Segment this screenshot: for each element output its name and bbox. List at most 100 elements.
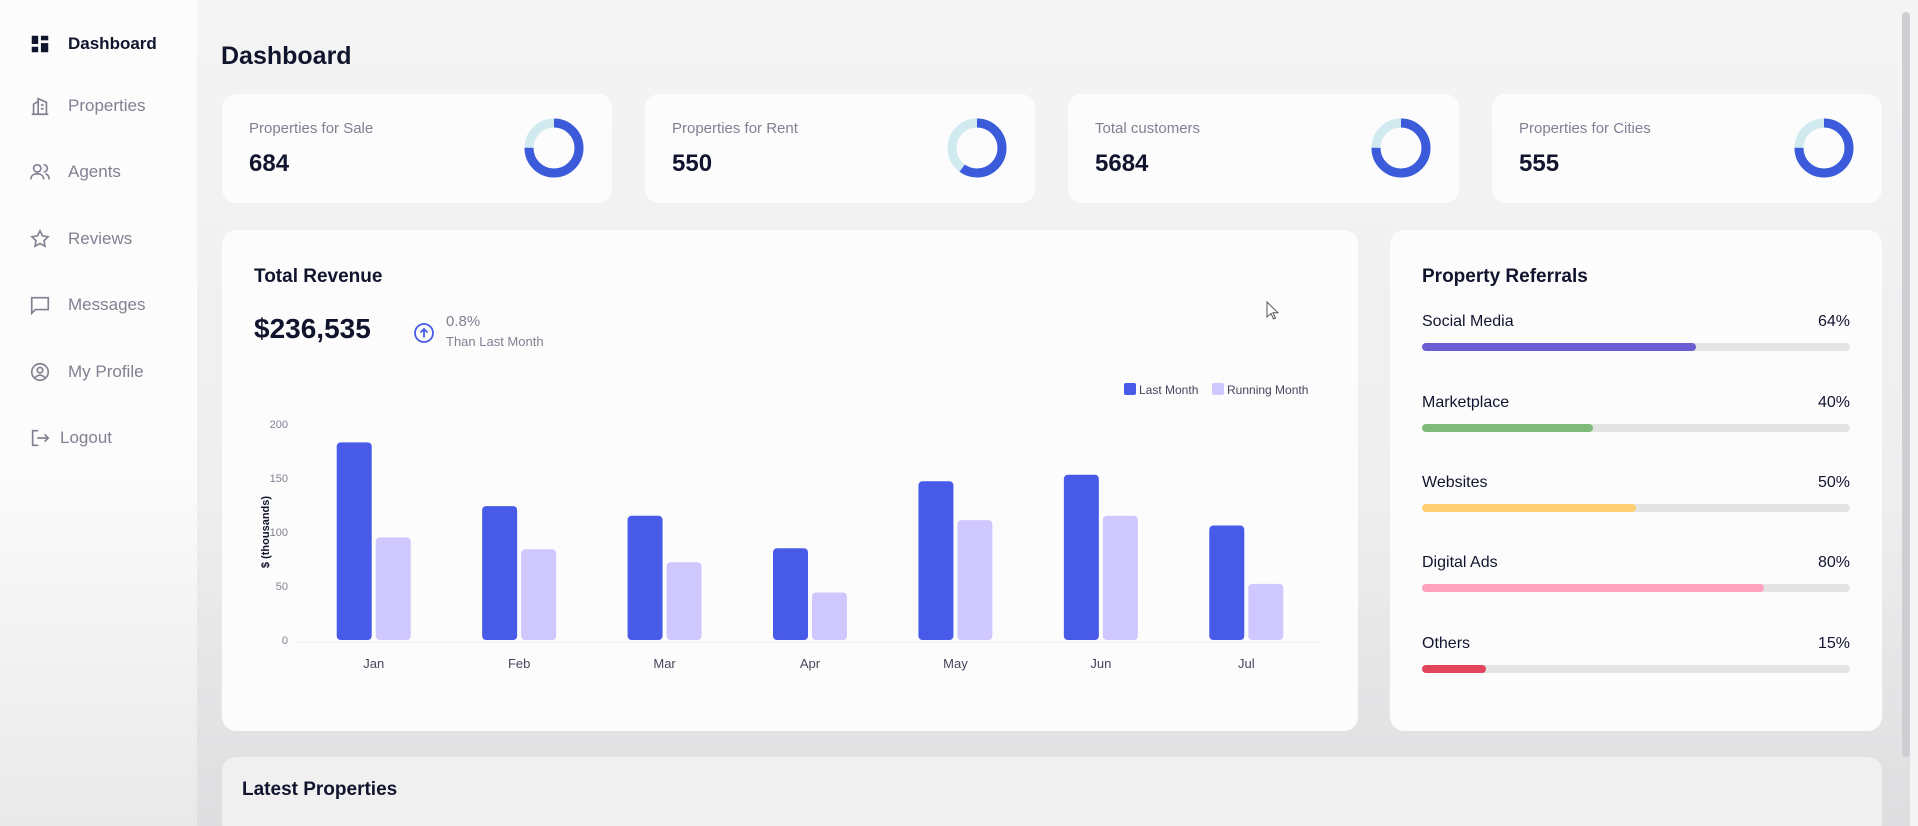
- referral-name: Social Media: [1422, 313, 1514, 330]
- referral-row-websites: Websites 50%: [1422, 474, 1850, 524]
- chat-icon: [28, 293, 52, 317]
- sidebar: Dashboard Properties Agents Reviews Mess…: [0, 0, 197, 826]
- x-tick-label: Jun: [1090, 656, 1111, 671]
- revenue-bar-chart: 0 50 100 150 200 $ (thousands) Jan Feb Mar Apr May…: [260, 383, 1322, 671]
- stat-label: Properties for Sale: [249, 120, 374, 137]
- x-tick-label: Mar: [653, 656, 676, 671]
- progress-track: [1422, 584, 1850, 592]
- stat-card-properties-rent: Properties for Rent 550: [645, 94, 1035, 203]
- progress-fill: [1422, 343, 1696, 351]
- sidebar-item-label: Logout: [60, 428, 112, 447]
- stat-value: 684: [249, 150, 290, 177]
- referral-name: Marketplace: [1422, 394, 1510, 411]
- bar-last-month-feb: [482, 506, 518, 640]
- y-tick-label: 100: [270, 527, 288, 539]
- referral-row-digital-ads: Digital Ads 80%: [1422, 554, 1850, 604]
- stat-value: 550: [672, 150, 713, 177]
- progress-track: [1422, 665, 1850, 673]
- donut-chart-icon: [1371, 118, 1431, 178]
- x-tick-label: May: [943, 656, 968, 671]
- y-tick-label: 200: [270, 419, 288, 431]
- progress-track: [1422, 343, 1850, 351]
- bar-last-month-jun: [1063, 474, 1099, 640]
- progress-track: [1422, 424, 1850, 432]
- progress-track: [1422, 504, 1850, 512]
- bar-last-month-may: [918, 481, 954, 640]
- y-tick-label: 50: [276, 581, 288, 593]
- legend-label: Last Month: [1139, 383, 1198, 397]
- donut-chart-icon: [1794, 118, 1854, 178]
- logout-button[interactable]: Logout: [28, 424, 112, 452]
- total-revenue-card: Total Revenue $236,535 0.8% Than Last Mo…: [222, 230, 1358, 731]
- referral-percent: 64%: [1817, 313, 1850, 330]
- sidebar-item-label: Messages: [68, 295, 146, 314]
- x-tick-label: Feb: [508, 656, 530, 671]
- sidebar-item-label: My Profile: [68, 362, 144, 381]
- sidebar-item-properties[interactable]: Properties: [28, 92, 145, 120]
- logout-icon: [28, 426, 52, 450]
- bar-running-month-jan: [375, 537, 411, 640]
- bar-running-month-jul: [1248, 583, 1284, 640]
- referral-name: Digital Ads: [1422, 554, 1498, 571]
- sidebar-item-messages[interactable]: Messages: [28, 291, 145, 319]
- legend-swatch: [1212, 383, 1224, 395]
- stat-card-properties-cities: Properties for Cities 555: [1492, 94, 1882, 203]
- legend-swatch: [1124, 383, 1136, 395]
- referral-row-others: Others 15%: [1422, 635, 1850, 685]
- stat-value: 555: [1519, 150, 1560, 177]
- x-tick-label: Jan: [363, 656, 384, 671]
- progress-fill: [1422, 584, 1765, 592]
- y-tick-label: 0: [282, 635, 288, 647]
- bar-running-month-may: [957, 520, 993, 640]
- referral-percent: 40%: [1817, 394, 1850, 411]
- x-tick-label: Apr: [800, 656, 821, 671]
- sidebar-item-label: Dashboard: [68, 34, 157, 53]
- progress-fill: [1422, 424, 1594, 432]
- y-axis-label: $ (thousands): [260, 496, 272, 568]
- legend-label: Running Month: [1227, 383, 1308, 397]
- referral-percent: 80%: [1817, 554, 1850, 571]
- referral-name: Others: [1422, 635, 1471, 652]
- stat-label: Properties for Rent: [672, 120, 798, 137]
- stat-label: Total customers: [1095, 120, 1201, 137]
- building-icon: [28, 94, 52, 118]
- referral-percent: 15%: [1817, 635, 1850, 652]
- donut-chart-icon: [524, 118, 584, 178]
- bar-last-month-jul: [1209, 525, 1245, 640]
- user-circle-icon: [28, 360, 52, 384]
- scrollbar[interactable]: [1902, 12, 1910, 757]
- stat-value: 5684: [1095, 150, 1149, 177]
- bar-last-month-apr: [773, 548, 808, 640]
- progress-fill: [1422, 665, 1487, 673]
- donut-chart-icon: [947, 118, 1007, 178]
- y-tick-label: 150: [270, 473, 288, 485]
- sidebar-item-dashboard[interactable]: Dashboard: [28, 30, 157, 58]
- property-referrals-card: Property Referrals Social Media 64% Mark…: [1390, 230, 1882, 731]
- sidebar-item-label: Properties: [68, 96, 146, 115]
- bar-running-month-jun: [1102, 515, 1138, 640]
- bar-last-month-mar: [627, 515, 663, 640]
- referral-row-marketplace: Marketplace 40%: [1422, 394, 1850, 444]
- dashboard-icon: [28, 32, 52, 56]
- card-title: Property Referrals: [1422, 266, 1588, 287]
- bar-running-month-mar: [666, 562, 702, 640]
- latest-properties-card: Latest Properties: [222, 757, 1882, 826]
- sidebar-item-reviews[interactable]: Reviews: [28, 225, 132, 253]
- x-tick-label: Jul: [1238, 656, 1255, 671]
- stat-card-properties-sale: Properties for Sale 684: [222, 94, 612, 203]
- referral-name: Websites: [1422, 474, 1488, 491]
- referral-row-social-media: Social Media 64%: [1422, 313, 1850, 363]
- bar-running-month-apr: [812, 592, 847, 640]
- card-title: Latest Properties: [242, 779, 398, 800]
- sidebar-item-my-profile[interactable]: My Profile: [28, 358, 144, 386]
- page-title: Dashboard: [221, 42, 352, 70]
- stat-card-total-customers: Total customers 5684: [1068, 94, 1459, 203]
- stat-label: Properties for Cities: [1519, 120, 1651, 137]
- bar-last-month-jan: [336, 442, 372, 640]
- people-icon: [28, 160, 52, 184]
- mouse-cursor-icon: [1266, 301, 1280, 320]
- referral-percent: 50%: [1817, 474, 1850, 491]
- sidebar-item-label: Reviews: [68, 229, 133, 248]
- star-icon: [28, 227, 52, 251]
- sidebar-item-agents[interactable]: Agents: [28, 158, 121, 186]
